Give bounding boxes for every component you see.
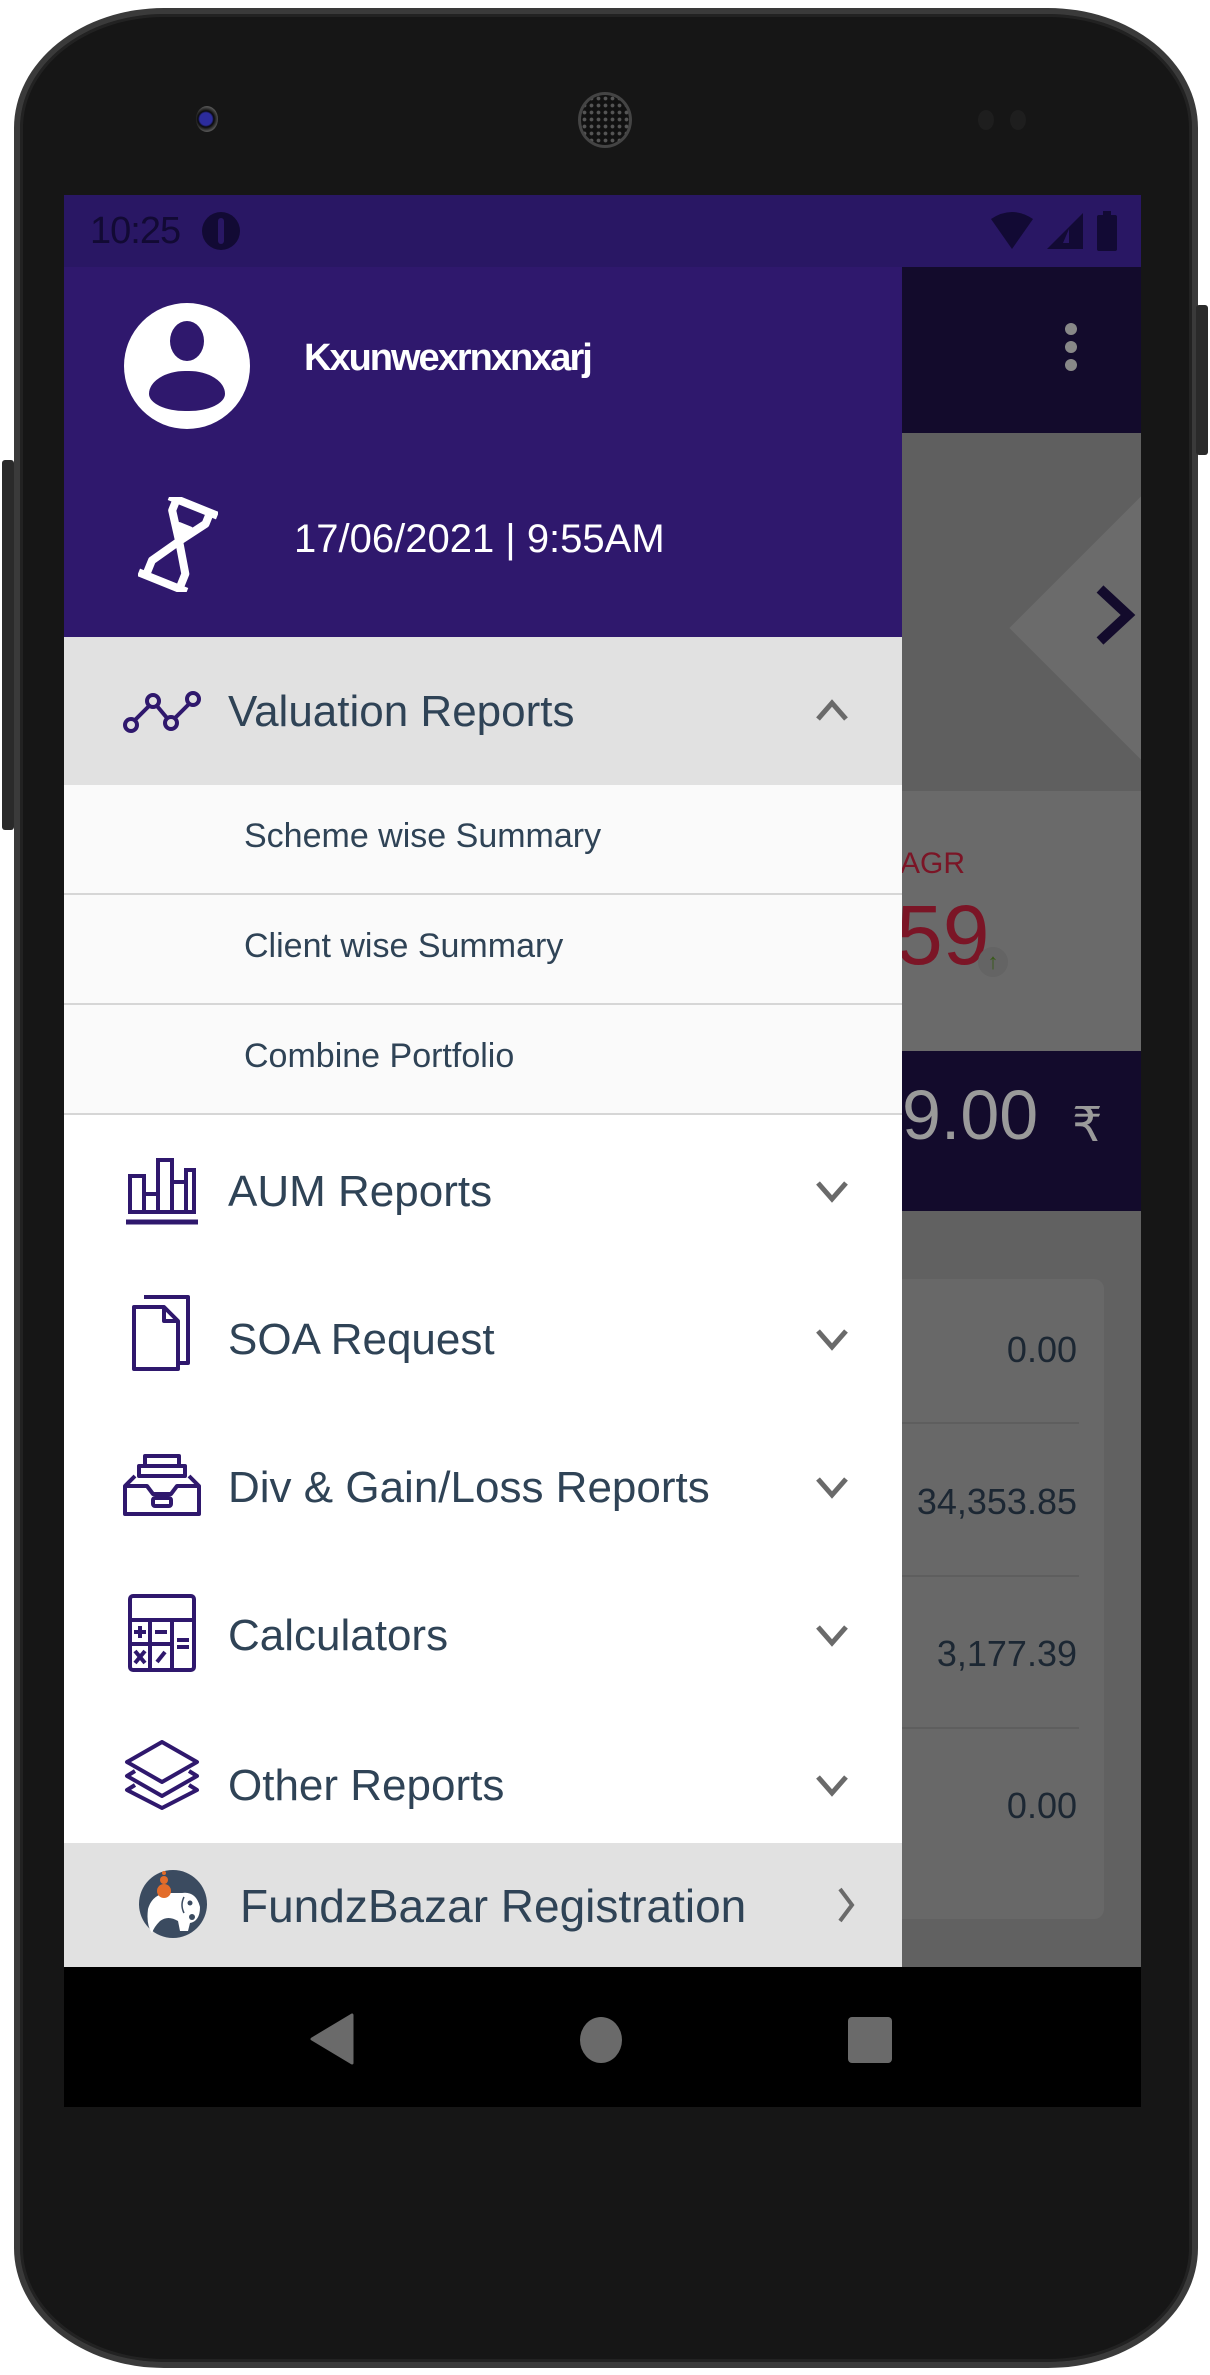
background-app: AGR 59 ↑ 9.00 ₹ 0.00 34,353.85 3,177.39 … bbox=[892, 267, 1141, 1975]
bar-chart-icon bbox=[122, 1151, 202, 1231]
submenu-item-client-wise-summary[interactable]: Client wise Summary bbox=[64, 895, 902, 1005]
layers-icon bbox=[122, 1735, 202, 1815]
documents-icon bbox=[122, 1293, 202, 1373]
cagr-value: 59 bbox=[896, 888, 990, 982]
menu-item-valuation-reports[interactable]: Valuation Reports bbox=[64, 637, 902, 785]
chevron-down-icon bbox=[816, 1329, 848, 1351]
last-login-time: 17/06/2021 | 9:55AM bbox=[294, 517, 665, 561]
total-value: 9.00 bbox=[902, 1076, 1039, 1154]
hourglass-icon bbox=[138, 497, 218, 592]
divider bbox=[902, 1422, 1079, 1424]
submenu-label: Scheme wise Summary bbox=[244, 817, 602, 855]
summary-value: 3,177.39 bbox=[936, 1633, 1077, 1674]
back-icon[interactable] bbox=[308, 2013, 356, 2065]
menu-label: Valuation Reports bbox=[228, 687, 575, 736]
screen: 10:25 AGR 59 ↑ 9.00 ₹ 0.00 34,353.85 3,1… bbox=[64, 195, 1141, 2107]
chevron-right-icon[interactable] bbox=[1092, 583, 1141, 647]
submenu-item-scheme-wise-summary[interactable]: Scheme wise Summary bbox=[64, 785, 902, 895]
menu-item-calculators[interactable]: Calculators bbox=[64, 1561, 902, 1709]
menu-label: AUM Reports bbox=[228, 1167, 493, 1216]
recents-icon[interactable] bbox=[848, 2017, 892, 2063]
line-graph-icon bbox=[122, 671, 202, 751]
summary-value: 0.00 bbox=[1006, 1329, 1077, 1370]
chevron-right-icon bbox=[838, 1887, 855, 1923]
status-icons bbox=[989, 211, 1119, 251]
battery-icon bbox=[1097, 211, 1117, 251]
menu-item-div-gain-loss-reports[interactable]: Div & Gain/Loss Reports bbox=[64, 1413, 902, 1561]
summary-value: 34,353.85 bbox=[916, 1481, 1077, 1522]
submenu-label: Combine Portfolio bbox=[244, 1037, 515, 1075]
system-nav-bar bbox=[64, 1967, 1141, 2107]
divider bbox=[902, 1727, 1079, 1729]
front-camera bbox=[196, 106, 218, 132]
summary-value: 0.00 bbox=[1006, 1785, 1077, 1826]
divider bbox=[902, 1575, 1079, 1577]
menu-label: Div & Gain/Loss Reports bbox=[228, 1463, 710, 1512]
home-icon[interactable] bbox=[580, 2017, 622, 2063]
chevron-down-icon bbox=[816, 1775, 848, 1797]
fundzbazar-logo-icon bbox=[139, 1870, 207, 1938]
chevron-down-icon bbox=[816, 1181, 848, 1203]
menu-item-soa-request[interactable]: SOA Request bbox=[64, 1265, 902, 1413]
calculator-icon bbox=[122, 1593, 202, 1673]
chevron-down-icon bbox=[816, 1625, 848, 1647]
more-vert-icon[interactable] bbox=[1065, 323, 1079, 371]
archive-drawer-icon bbox=[122, 1445, 202, 1525]
cellular-signal-icon bbox=[1047, 213, 1083, 249]
arrow-up-icon: ↑ bbox=[978, 947, 1008, 977]
hero-banner bbox=[902, 433, 1141, 791]
app-notification-icon bbox=[202, 212, 241, 250]
menu-label: Other Reports bbox=[228, 1761, 505, 1810]
menu-label: Calculators bbox=[228, 1611, 449, 1660]
submenu-item-combine-portfolio[interactable]: Combine Portfolio bbox=[64, 1005, 902, 1115]
status-time: 10:25 bbox=[90, 209, 181, 252]
rupee-icon: ₹ bbox=[1072, 1099, 1103, 1152]
submenu-label: Client wise Summary bbox=[244, 927, 564, 965]
fundzbazar-registration-button[interactable]: FundzBazar Registration bbox=[64, 1843, 902, 1967]
cagr-label: AGR bbox=[900, 847, 966, 880]
volume-button bbox=[2, 460, 14, 830]
menu-item-other-reports[interactable]: Other Reports bbox=[64, 1709, 902, 1843]
proximity-sensor bbox=[978, 110, 994, 130]
chevron-down-icon bbox=[816, 1477, 848, 1499]
status-bar: 10:25 bbox=[64, 195, 1141, 267]
menu-label: SOA Request bbox=[228, 1315, 495, 1364]
navigation-drawer: Kxunwexrnxnxarj 17/06/2021 | 9:55AM Valu… bbox=[64, 267, 902, 1967]
menu-item-aum-reports[interactable]: AUM Reports bbox=[64, 1117, 902, 1265]
wifi-icon bbox=[991, 212, 1033, 249]
app-toolbar bbox=[902, 267, 1141, 433]
power-button bbox=[1196, 305, 1208, 455]
drawer-header: Kxunwexrnxnxarj 17/06/2021 | 9:55AM bbox=[64, 267, 902, 637]
fundzbazar-label: FundzBazar Registration bbox=[240, 1880, 747, 1932]
earpiece-speaker bbox=[578, 92, 632, 148]
light-sensor bbox=[1010, 110, 1026, 130]
account-circle-icon[interactable] bbox=[124, 303, 250, 429]
chevron-up-icon bbox=[816, 699, 848, 721]
user-name: Kxunwexrnxnxarj bbox=[304, 337, 593, 379]
